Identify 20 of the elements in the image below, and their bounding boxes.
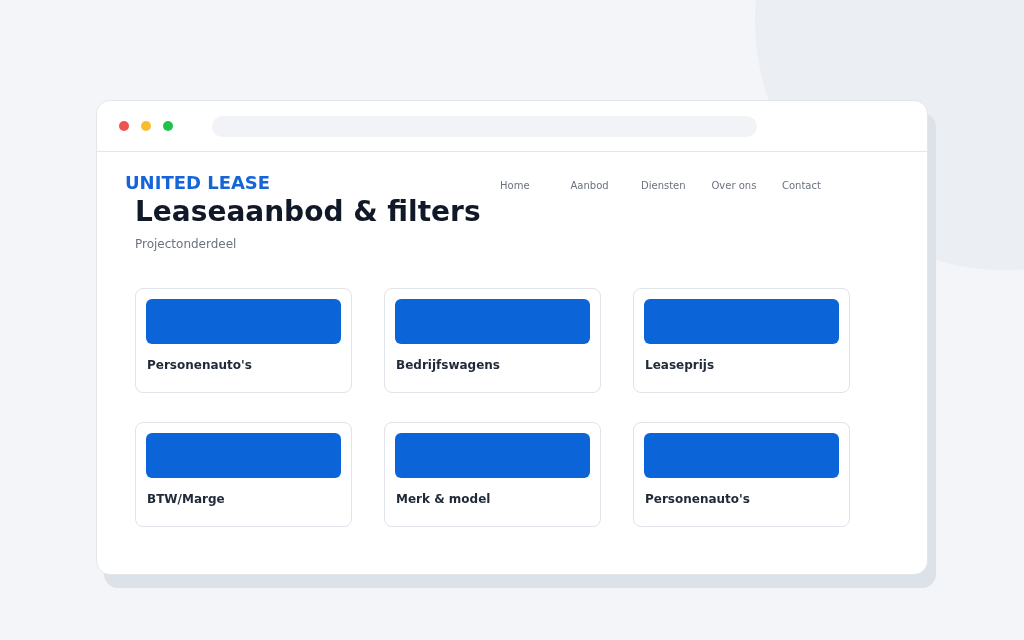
page-title: Leaseaanbod & filters [135,196,481,228]
card-label: Personenauto's [645,492,751,506]
nav-link[interactable]: Over ons [711,180,757,191]
card-label: BTW/Marge [147,492,226,506]
category-card[interactable]: Merk & model [384,422,601,527]
nav-link[interactable]: Home [500,180,530,191]
nav-link[interactable]: Contact [782,180,821,191]
category-card[interactable]: Leaseprijs [633,288,850,393]
category-card[interactable]: Personenauto's [135,288,352,393]
category-card[interactable]: Personenauto's [633,422,850,527]
nav-link[interactable]: Aanbod [570,180,609,191]
logo[interactable]: UNITED LEASE [125,172,271,193]
category-card[interactable]: Bedrijfswagens [384,288,601,393]
nav-link[interactable]: Diensten [641,180,686,191]
category-card[interactable]: BTW/Marge [135,422,352,527]
card-label: Bedrijfswagens [396,358,501,372]
card-label: Leaseprijs [645,358,716,372]
card-label: Merk & model [396,492,492,506]
page-subtitle: Projectonderdeel [135,237,237,251]
card-label: Personenauto's [147,358,253,372]
